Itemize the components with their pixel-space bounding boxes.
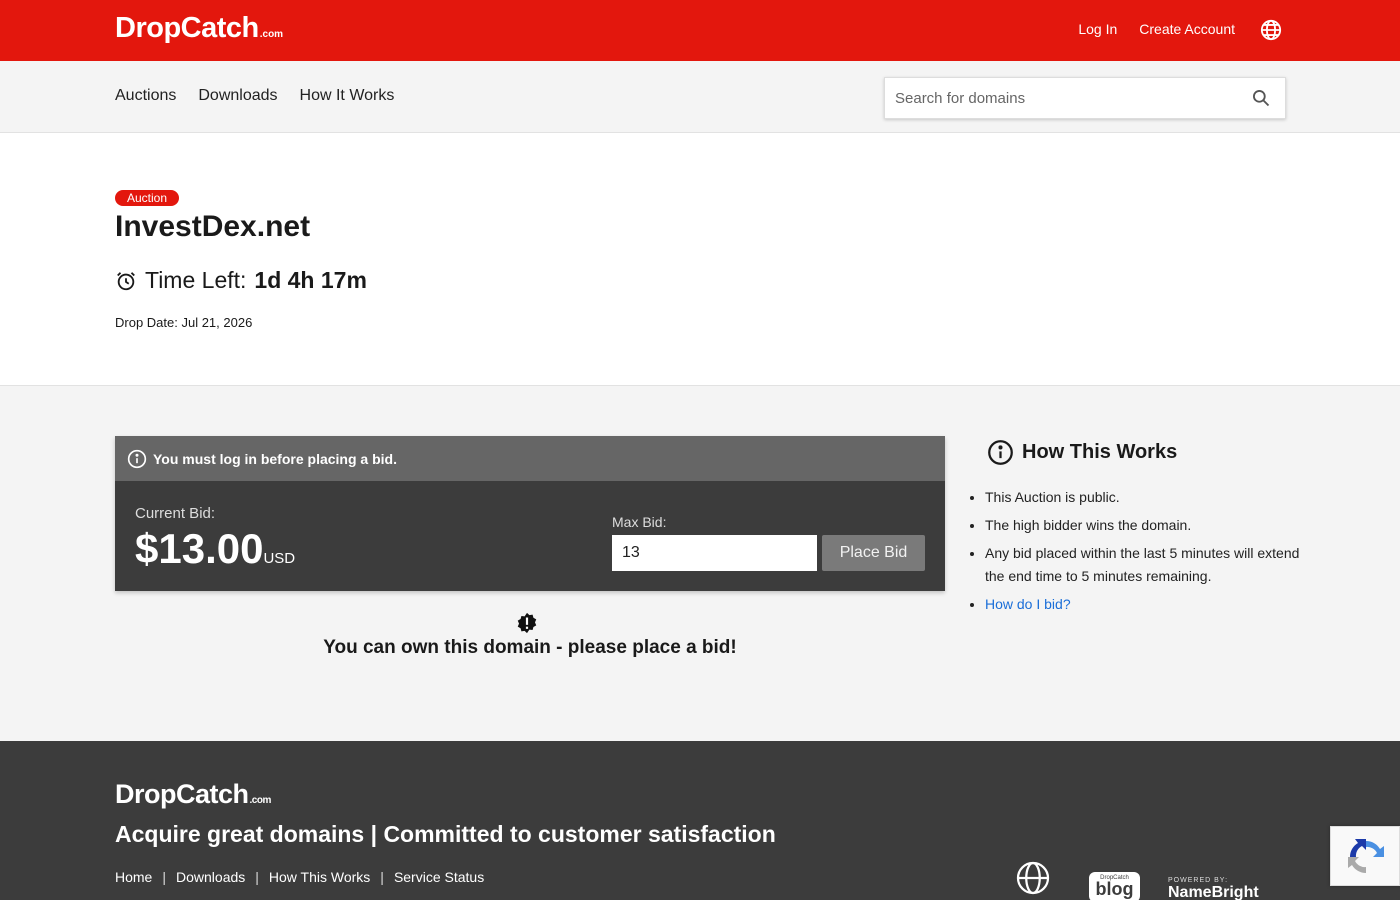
top-header: DropCatch.com Log In Create Account — [0, 0, 1400, 61]
login-alert: You must log in before placing a bid. — [115, 436, 945, 481]
currency-label: USD — [263, 550, 296, 567]
how-this-works-list: This Auction is public. The high bidder … — [970, 486, 1300, 616]
time-left: Time Left: 1d 4h 17m — [115, 267, 367, 294]
nav-how-it-works[interactable]: How It Works — [300, 87, 395, 105]
time-left-label: Time Left: — [145, 267, 247, 293]
dropcatch-logo[interactable]: DropCatch.com — [115, 12, 283, 45]
recaptcha-icon — [1348, 839, 1384, 874]
footer-link-downloads[interactable]: Downloads — [176, 869, 245, 885]
how-this-works-panel: How This Works This Auction is public. T… — [970, 436, 1300, 621]
auction-badge: Auction — [115, 190, 180, 206]
main-nav: Auctions Downloads How It Works — [0, 61, 1400, 133]
list-item: This Auction is public. — [985, 486, 1300, 509]
nav-auctions[interactable]: Auctions — [115, 87, 176, 105]
bid-cta-text: You can own this domain - please place a… — [323, 637, 737, 658]
search-input[interactable] — [885, 78, 1225, 118]
create-account-link[interactable]: Create Account — [1139, 21, 1235, 37]
bid-panel: You must log in before placing a bid. Cu… — [115, 436, 945, 591]
globe-icon[interactable] — [1260, 19, 1282, 41]
current-bid-label: Current Bid: — [135, 505, 216, 522]
info-icon — [988, 439, 1013, 465]
domain-search — [884, 77, 1286, 119]
max-bid-input[interactable] — [612, 535, 817, 571]
blog-link[interactable]: DropCatch blog — [1089, 872, 1140, 900]
footer-link-home[interactable]: Home — [115, 869, 152, 885]
how-this-works-title: How This Works — [987, 436, 1300, 468]
search-icon[interactable] — [1251, 88, 1271, 108]
footer-tagline: Acquire great domains | Committed to cus… — [115, 821, 776, 847]
how-do-i-bid-link[interactable]: How do I bid? — [985, 596, 1071, 612]
alarm-clock-icon — [117, 271, 135, 290]
login-alert-text: You must log in before placing a bid. — [153, 450, 397, 467]
footer-links: Home | Downloads | How This Works | Service… — [115, 869, 485, 885]
list-item: Any bid placed within the last 5 minutes… — [985, 542, 1300, 588]
list-item: How do I bid? — [985, 593, 1300, 616]
domain-name: InvestDex.net — [115, 210, 311, 243]
place-bid-button[interactable]: Place Bid — [822, 535, 925, 571]
current-bid-value: $13.00USD — [135, 525, 296, 572]
time-left-value: 1d 4h 17m — [254, 267, 367, 293]
domain-header: Auction InvestDex.net Time Left: 1d 4h 1… — [0, 133, 1400, 386]
bid-body: Current Bid: $13.00USD Max Bid: Place Bi… — [115, 481, 945, 591]
max-bid-label: Max Bid: — [612, 514, 667, 530]
account-links: Log In Create Account — [1078, 21, 1235, 37]
list-item: The high bidder wins the domain. — [985, 514, 1300, 537]
globe-icon[interactable] — [1015, 860, 1051, 896]
footer-logo[interactable]: DropCatch.com — [115, 779, 271, 810]
footer-link-service-status[interactable]: Service Status — [394, 869, 484, 885]
footer: DropCatch.com Acquire great domains | Co… — [0, 741, 1400, 900]
drop-date: Drop Date: Jul 21, 2026 — [115, 315, 253, 330]
alert-badge-icon — [517, 612, 537, 634]
footer-link-how-this-works[interactable]: How This Works — [269, 869, 370, 885]
info-icon — [127, 449, 147, 468]
bid-section: You must log in before placing a bid. Cu… — [0, 386, 1400, 741]
recaptcha-badge[interactable] — [1330, 826, 1400, 886]
login-link[interactable]: Log In — [1078, 21, 1117, 37]
nav-downloads[interactable]: Downloads — [198, 87, 277, 105]
namebright-logo[interactable]: POWERED BY: NameBright — [1168, 877, 1259, 900]
